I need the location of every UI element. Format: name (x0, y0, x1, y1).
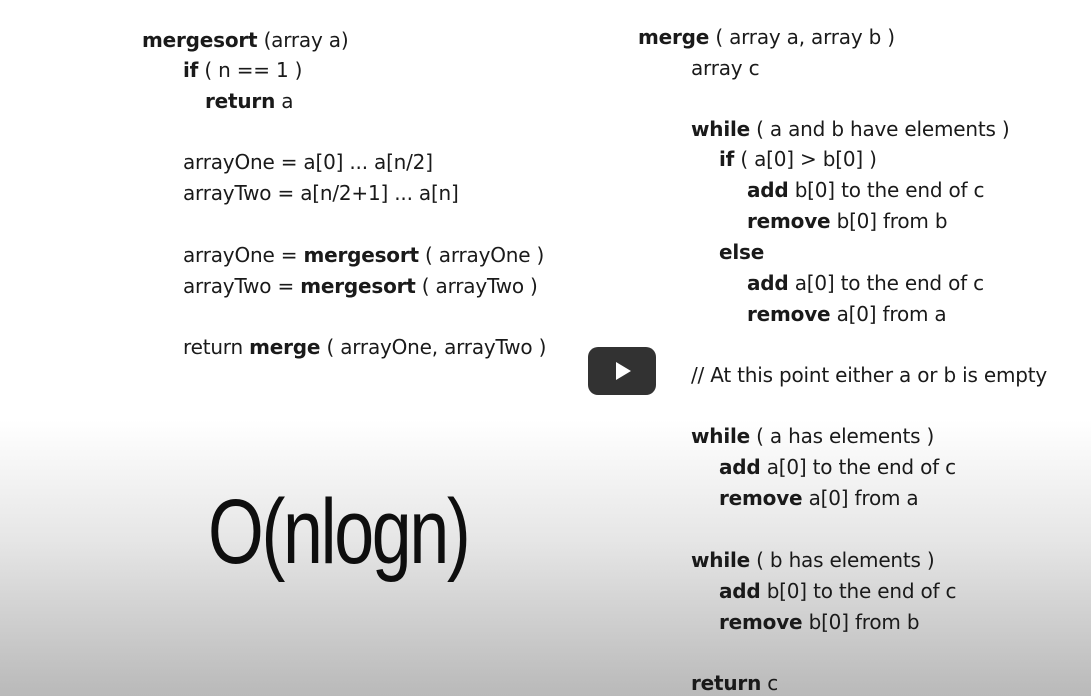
code-keyword: mergesort (142, 28, 258, 52)
code-text: arrayTwo = (183, 274, 301, 298)
code-text: a[0] to the end of c (760, 455, 956, 479)
code-keyword: mergesort (303, 243, 419, 267)
code-keyword: add (719, 455, 761, 479)
code-keyword: return (691, 671, 762, 695)
code-keyword: if (183, 58, 199, 82)
code-keyword: if (719, 147, 735, 171)
code-text: arrayTwo = a[n/2+1] ... a[n] (183, 181, 459, 205)
code-line: arrayTwo = mergesort ( arrayTwo ) (183, 274, 538, 298)
code-keyword: else (719, 240, 765, 264)
code-line: return c (691, 671, 778, 695)
code-line: remove b[0] from b (719, 610, 920, 634)
code-line: mergesort (array a) (142, 28, 349, 52)
code-text: ( arrayTwo ) (415, 274, 538, 298)
code-text: ( arrayOne ) (418, 243, 545, 267)
code-keyword: while (691, 424, 750, 448)
code-line: remove a[0] from a (719, 486, 919, 510)
code-text: a (275, 89, 294, 113)
code-keyword: add (719, 579, 761, 603)
code-text: b[0] to the end of c (760, 579, 957, 603)
code-line: while ( a has elements ) (691, 424, 934, 448)
play-icon (616, 362, 631, 380)
code-line: remove a[0] from a (747, 302, 947, 326)
code-text: c (761, 671, 779, 695)
code-text: arrayOne = a[0] ... a[n/2] (183, 150, 433, 174)
code-text: array c (691, 56, 760, 80)
code-text: a[0] from a (830, 302, 947, 326)
code-keyword: merge (249, 335, 321, 359)
code-line: arrayOne = a[0] ... a[n/2] (183, 150, 433, 174)
code-line: add a[0] to the end of c (719, 455, 956, 479)
code-line: add b[0] to the end of c (747, 178, 985, 202)
code-keyword: remove (719, 610, 803, 634)
code-text: ( b has elements ) (750, 548, 935, 572)
code-line: arrayOne = mergesort ( arrayOne ) (183, 243, 544, 267)
code-keyword: mergesort (300, 274, 416, 298)
code-text: return (183, 335, 250, 359)
code-text: b[0] from b (830, 209, 948, 233)
code-text: ( a and b have elements ) (750, 117, 1010, 141)
code-keyword: while (691, 117, 750, 141)
code-keyword: remove (719, 486, 803, 510)
code-line: // At this point either a or b is empty (691, 363, 1047, 387)
code-text: b[0] to the end of c (788, 178, 985, 202)
code-line: add b[0] to the end of c (719, 579, 957, 603)
code-keyword: while (691, 548, 750, 572)
code-line: if ( a[0] > b[0] ) (719, 147, 877, 171)
code-text: a[0] from a (802, 486, 919, 510)
code-line: add a[0] to the end of c (747, 271, 984, 295)
code-text: // At this point either a or b is empty (691, 363, 1048, 387)
code-keyword: add (747, 178, 789, 202)
code-text: arrayOne = (183, 243, 304, 267)
code-text: ( a has elements ) (750, 424, 935, 448)
code-text: b[0] from b (802, 610, 920, 634)
complexity-label: O(nlogn) (208, 481, 471, 583)
code-keyword: remove (747, 209, 831, 233)
code-text: (array a) (257, 28, 349, 52)
code-text: ( a[0] > b[0] ) (734, 147, 877, 171)
code-line: if ( n == 1 ) (183, 58, 302, 82)
code-text: ( array a, array b ) (709, 25, 895, 49)
code-keyword: remove (747, 302, 831, 326)
code-text: a[0] to the end of c (788, 271, 984, 295)
code-line: array c (691, 56, 760, 80)
code-keyword: merge (638, 25, 710, 49)
code-line: else (719, 240, 764, 264)
code-keyword: return (205, 89, 276, 113)
code-line: arrayTwo = a[n/2+1] ... a[n] (183, 181, 459, 205)
code-keyword: add (747, 271, 789, 295)
play-button[interactable] (588, 347, 656, 395)
code-line: remove b[0] from b (747, 209, 948, 233)
code-line: merge ( array a, array b ) (638, 25, 895, 49)
code-line: while ( a and b have elements ) (691, 117, 1010, 141)
code-line: while ( b has elements ) (691, 548, 935, 572)
code-line: return a (205, 89, 294, 113)
code-line: return merge ( arrayOne, arrayTwo ) (183, 335, 546, 359)
code-text: ( arrayOne, arrayTwo ) (320, 335, 547, 359)
code-text: ( n == 1 ) (198, 58, 303, 82)
